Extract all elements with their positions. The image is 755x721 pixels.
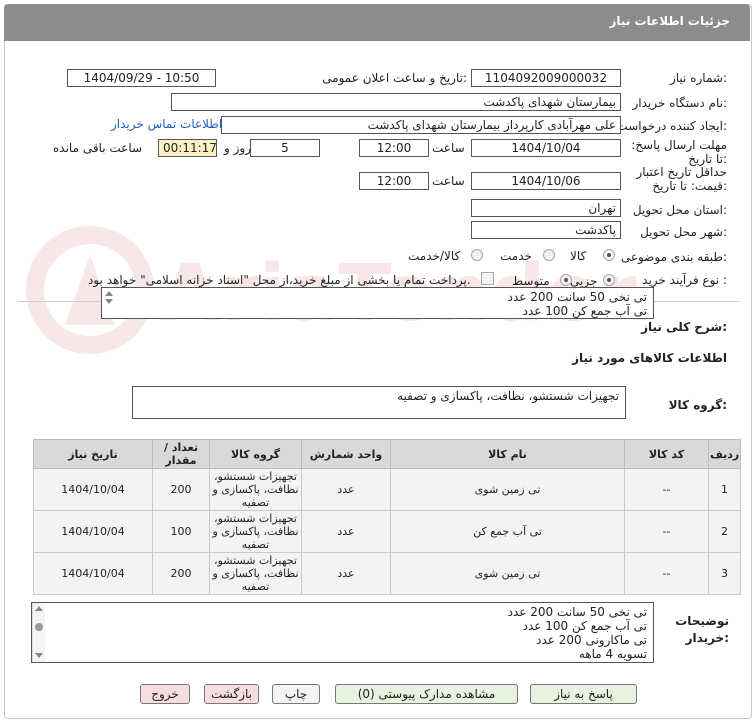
buyer-contact-link[interactable]: اطلاعات تماس خریدار: [111, 117, 222, 131]
summary-textarea[interactable]: تی نخی 50 سانت 200 عدد تی آب جمع کن 100 …: [101, 287, 654, 319]
buyer-notes-line: تی نخی 50 سانت 200 عدد: [507, 605, 647, 619]
table-row: 1404/10/04 200 تجهیزات شستشو، نظافت، پاک…: [33, 552, 741, 595]
buyer-org-field: بیمارستان شهدای پاکدشت: [171, 93, 621, 111]
validity-time-field: 12:00: [359, 172, 429, 190]
col-need-date: تاریخ نیاز: [33, 439, 153, 469]
table-header-row: تاریخ نیاز تعداد / مقدار گروه کالا واحد …: [33, 439, 741, 469]
goods-group-label: گروه کالا:: [668, 398, 727, 412]
exit-button[interactable]: خروج: [140, 684, 190, 704]
summary-line-2: تی آب جمع کن 100 عدد: [522, 304, 647, 318]
back-button[interactable]: بازگشت: [204, 684, 259, 704]
requester-field: علی مهرآبادی کارپرداز بیمارستان شهدای پا…: [221, 116, 621, 134]
deadline-time-label: ساعت: [432, 141, 465, 155]
treasury-text: پرداخت تمام یا بخشی از مبلغ خرید،از محل …: [88, 273, 471, 287]
cell-goods-group: تجهیزات شستشو، نظافت، پاکسازی و تصفیه: [209, 510, 302, 553]
announce-datetime-field: 1404/09/29 - 10:50: [67, 69, 216, 87]
col-quantity: تعداد / مقدار: [152, 439, 210, 469]
cell-goods-group: تجهیزات شستشو، نظافت، پاکسازی و تصفیه: [209, 468, 302, 511]
col-goods-name: نام کالا: [390, 439, 625, 469]
table-row: 1404/10/04 100 تجهیزات شستشو، نظافت، پاک…: [33, 510, 741, 553]
col-row-number: ردیف: [708, 439, 741, 469]
remaining-time-field: 00:11:17: [158, 139, 217, 157]
need-number-label: شماره نیاز:: [669, 71, 727, 85]
purchase-radio-minor[interactable]: [603, 274, 615, 286]
deadline-date-field: 1404/10/04: [471, 139, 621, 157]
goods-group-field: تجهیزات شستشو، نظافت، پاکسازی و تصفیه: [132, 386, 626, 419]
col-unit: واحد شمارش: [301, 439, 391, 469]
days-field: 5: [250, 139, 320, 157]
cell-row-number: 2: [708, 510, 741, 553]
category-radio-service[interactable]: [543, 249, 555, 261]
validity-date-field: 1404/10/06: [471, 172, 621, 190]
province-label: استان محل تحویل:: [632, 203, 727, 217]
cell-need-date: 1404/10/04: [33, 510, 153, 553]
buyer-notes-scrollbar[interactable]: [32, 603, 45, 662]
scroll-up-icon[interactable]: [35, 606, 43, 611]
buyer-notes-label: توضیحات خریدار:: [675, 614, 729, 645]
deadline-label: مهلت ارسال پاسخ: تا تاریخ:: [631, 138, 727, 166]
requester-label: ایجاد کننده درخواست:: [616, 119, 727, 133]
buyer-org-label: نام دستگاه خریدار:: [632, 96, 728, 110]
cell-goods-code: --: [624, 468, 709, 511]
scroll-down-icon[interactable]: [35, 653, 43, 658]
validity-label: حداقل تاریخ اعتبار قیمت: تا تاریخ:: [636, 165, 727, 193]
print-button[interactable]: چاپ: [272, 684, 320, 704]
announce-datetime-label: تاریخ و ساعت اعلان عمومی:: [322, 71, 467, 85]
buyer-notes-line: تی آب جمع کن 100 عدد: [522, 619, 647, 633]
cell-unit: عدد: [301, 552, 391, 595]
cell-goods-group: تجهیزات شستشو، نظافت، پاکسازی و تصفیه: [209, 552, 302, 595]
category-option-both: کالا/خدمت: [408, 249, 461, 263]
cell-need-date: 1404/10/04: [33, 468, 153, 511]
cell-unit: عدد: [301, 510, 391, 553]
table-row: 1404/10/04 200 تجهیزات شستشو، نظافت، پاک…: [33, 468, 741, 511]
cell-goods-name: تی آب جمع کن: [390, 510, 625, 553]
cell-quantity: 100: [152, 510, 210, 553]
need-number-field: 1104092009000032: [471, 69, 621, 87]
goods-section-title: اطلاعات کالاهای مورد نیاز: [572, 351, 727, 365]
col-goods-group: گروه کالا: [209, 439, 302, 469]
purchase-option-medium: متوسط: [512, 274, 550, 288]
cell-row-number: 1: [708, 468, 741, 511]
col-goods-code: کد کالا: [624, 439, 709, 469]
category-radio-goods[interactable]: [603, 249, 615, 261]
view-attachments-button[interactable]: مشاهده مدارک پیوستی (0): [335, 684, 518, 704]
reply-button[interactable]: پاسخ به نیاز: [530, 684, 637, 704]
province-field: تهران: [471, 199, 621, 217]
goods-table: تاریخ نیاز تعداد / مقدار گروه کالا واحد …: [33, 439, 741, 595]
cell-need-date: 1404/10/04: [33, 552, 153, 595]
category-option-goods: کالا: [570, 249, 587, 263]
summary-line-1: تی نخی 50 سانت 200 عدد: [507, 290, 647, 304]
purchase-option-minor: جزیی: [570, 274, 598, 288]
summary-label: شرح کلی نیاز:: [641, 320, 727, 334]
category-label: طبقه بندی موضوعی:: [620, 250, 727, 264]
buyer-notes-textarea[interactable]: تی نخی 50 سانت 200 عدد تی آب جمع کن 100 …: [31, 602, 654, 663]
cell-goods-name: تی زمین شوی: [390, 468, 625, 511]
city-label: شهر محل تحویل:: [640, 225, 727, 239]
cell-quantity: 200: [152, 552, 210, 595]
scroll-down-icon[interactable]: [105, 299, 113, 304]
purchase-radio-medium[interactable]: [560, 274, 572, 286]
days-label: روز و: [224, 141, 251, 155]
page-title: جزئیات اطلاعات نیاز: [609, 14, 730, 28]
deadline-time-field: 12:00: [359, 139, 429, 157]
category-radio-both[interactable]: [471, 249, 483, 261]
remaining-time-label: ساعت باقی مانده: [53, 141, 143, 155]
cell-unit: عدد: [301, 468, 391, 511]
cell-goods-name: تی زمین شوی: [390, 552, 625, 595]
panel-header: جزئیات اطلاعات نیاز: [4, 4, 750, 41]
buyer-notes-line: تی ماکارونی 200 عدد: [536, 633, 647, 647]
cell-quantity: 200: [152, 468, 210, 511]
cell-row-number: 3: [708, 552, 741, 595]
scroll-thumb[interactable]: [35, 623, 43, 631]
cell-goods-code: --: [624, 552, 709, 595]
treasury-checkbox[interactable]: [481, 272, 494, 285]
city-field: پاکدشت: [471, 221, 621, 239]
category-option-service: خدمت: [500, 249, 532, 263]
purchase-type-label: نوع فرآیند خرید :: [642, 273, 727, 287]
buyer-notes-line: تسویه 4 ماهه: [578, 647, 647, 661]
scroll-up-icon[interactable]: [105, 291, 113, 296]
validity-time-label: ساعت: [432, 174, 465, 188]
cell-goods-code: --: [624, 510, 709, 553]
